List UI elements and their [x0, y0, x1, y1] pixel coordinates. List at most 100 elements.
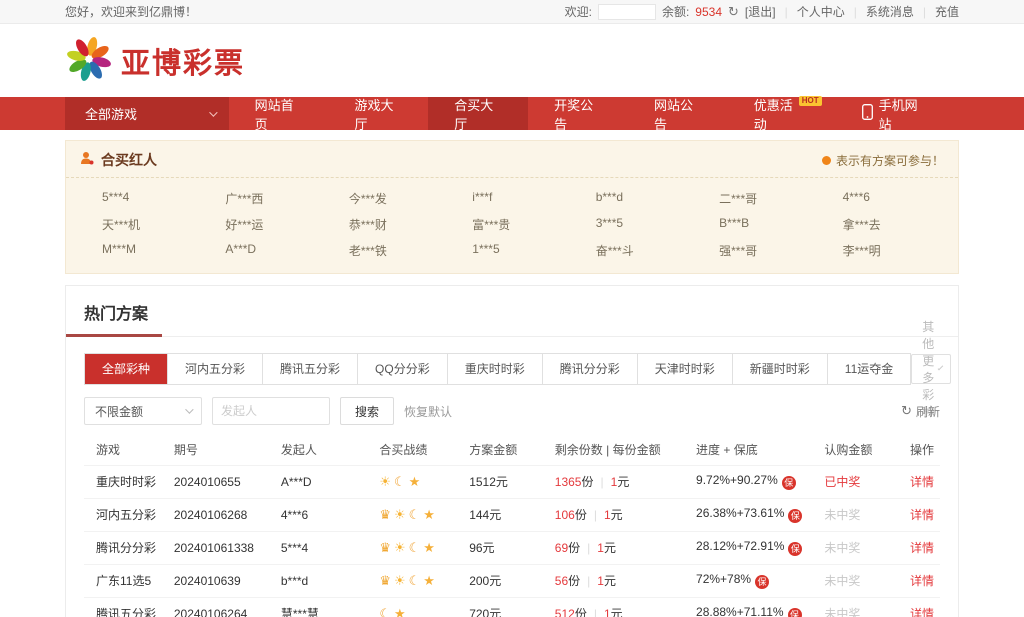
- nav-item-优惠活动[interactable]: 优惠活动 HOT: [728, 97, 828, 130]
- nav-item-游戏大厅[interactable]: 游戏大厅: [328, 97, 428, 130]
- tab-河内五分彩[interactable]: 河内五分彩: [167, 354, 262, 384]
- progress-text: 72%+78%: [696, 572, 751, 586]
- all-games-menu[interactable]: 全部游戏: [65, 97, 229, 130]
- cell-issue: 20240106268: [174, 498, 281, 531]
- shares-count: 69: [555, 541, 568, 555]
- cell-initiator: b***d: [281, 564, 379, 597]
- initiator-search-input[interactable]: [212, 397, 330, 425]
- cell-achievements: ♛☀☾★: [379, 531, 469, 564]
- table-row: 广东11选52024010639b***d♛☀☾★200元56份|1元72%+7…: [84, 564, 940, 597]
- guarantee-badge: 保: [782, 476, 796, 490]
- tab-11运夺金[interactable]: 11运夺金: [827, 354, 910, 384]
- topbar-link-deposit[interactable]: 充值: [935, 3, 959, 20]
- hot-user-link[interactable]: M***M: [80, 242, 203, 259]
- table-row: 河内五分彩202401062684***6♛☀☾★144元106份|1元26.3…: [84, 498, 940, 531]
- price-unit: 元: [617, 475, 629, 489]
- cell-status: 未中奖: [824, 564, 901, 597]
- nav-item-合买大厅[interactable]: 合买大厅: [428, 97, 528, 130]
- hot-user-link[interactable]: B***B: [697, 216, 820, 233]
- hot-user-link[interactable]: 李***明: [821, 242, 944, 259]
- hot-user-link[interactable]: 今***发: [327, 190, 450, 207]
- detail-link[interactable]: 详情: [910, 541, 934, 555]
- refresh-list-button[interactable]: ↻ 刷新: [901, 403, 940, 420]
- active-title-indicator: [66, 334, 162, 337]
- refresh-icon: ↻: [901, 403, 912, 419]
- welcome-input[interactable]: [598, 4, 656, 20]
- cell-achievements: ☀☾★: [379, 465, 469, 498]
- balance-value: 9534: [695, 5, 722, 19]
- detail-link[interactable]: 详情: [910, 508, 934, 522]
- hot-users-grid: 5***4广***西今***发i***fb***d二***哥4***6 天***机…: [66, 178, 958, 273]
- progress-text: 28.12%+72.91%: [696, 539, 784, 553]
- moon-icon: ☾: [409, 573, 421, 588]
- divider: |: [601, 475, 604, 489]
- hot-user-link[interactable]: 4***6: [821, 190, 944, 207]
- table-row: 腾讯分分彩2024010613385***4♛☀☾★96元69份|1元28.12…: [84, 531, 940, 564]
- nav-item-label: 合买大厅: [454, 95, 502, 133]
- refresh-balance-icon[interactable]: ↻: [728, 4, 739, 20]
- tab-天津时时彩[interactable]: 天津时时彩: [637, 354, 732, 384]
- cell-progress: 26.38%+73.61%保: [696, 498, 824, 531]
- hot-user-link[interactable]: 天***机: [80, 216, 203, 233]
- cell-action: 详情: [901, 531, 940, 564]
- star-icon: ★: [423, 507, 435, 522]
- hot-user-link[interactable]: 5***4: [80, 190, 203, 207]
- win-status: 已中奖: [824, 475, 860, 489]
- detail-link[interactable]: 详情: [910, 475, 934, 489]
- hot-user-link[interactable]: 二***哥: [697, 190, 820, 207]
- tab-QQ分分彩[interactable]: QQ分分彩: [357, 354, 447, 384]
- more-lotteries-select[interactable]: 其他更多彩种: [911, 354, 951, 384]
- detail-link[interactable]: 详情: [910, 607, 934, 617]
- chevron-down-icon: [938, 365, 944, 371]
- tab-新疆时时彩[interactable]: 新疆时时彩: [732, 354, 827, 384]
- topbar: 您好，欢迎来到亿鼎博！ 欢迎: 余额: 9534 ↻ [退出] | 个人中心 |…: [0, 0, 1024, 24]
- win-status: 未中奖: [824, 607, 860, 617]
- detail-link[interactable]: 详情: [910, 574, 934, 588]
- logout-link[interactable]: [退出]: [745, 3, 776, 20]
- star-icon: ★: [394, 606, 406, 617]
- price-unit: 元: [604, 541, 616, 555]
- cell-issue: 20240106264: [174, 597, 281, 617]
- hot-user-link[interactable]: 好***运: [203, 216, 326, 233]
- nav-item-开奖公告[interactable]: 开奖公告: [528, 97, 628, 130]
- tab-腾讯分分彩[interactable]: 腾讯分分彩: [542, 354, 637, 384]
- nav-item-网站首页[interactable]: 网站首页: [229, 97, 329, 130]
- cell-action: 详情: [901, 498, 940, 531]
- hot-user-link[interactable]: 恭***财: [327, 216, 450, 233]
- amount-select-label: 不限金额: [95, 403, 143, 420]
- search-button[interactable]: 搜索: [340, 397, 394, 425]
- hot-user-link[interactable]: 拿***去: [821, 216, 944, 233]
- divider: |: [594, 508, 597, 522]
- hot-user-link[interactable]: 3***5: [574, 216, 697, 233]
- table-row: 重庆时时彩2024010655A***D☀☾★1512元1365份|1元9.72…: [84, 465, 940, 498]
- nav-item-label: 游戏大厅: [354, 95, 402, 133]
- balance-label: 余额:: [662, 3, 689, 20]
- hot-user-link[interactable]: A***D: [203, 242, 326, 259]
- site-header: 亚博彩票: [0, 24, 1024, 97]
- nav-item-网站公告[interactable]: 网站公告: [628, 97, 728, 130]
- hot-user-link[interactable]: 老***铁: [327, 242, 450, 259]
- topbar-link-profile[interactable]: 个人中心: [797, 3, 845, 20]
- hot-user-link[interactable]: 1***5: [450, 242, 573, 259]
- amount-filter-select[interactable]: 不限金额: [84, 397, 202, 425]
- tab-全部彩种[interactable]: 全部彩种: [85, 354, 167, 384]
- hot-user-link[interactable]: 奋***斗: [574, 242, 697, 259]
- hot-user-link[interactable]: 广***西: [203, 190, 326, 207]
- hot-user-link[interactable]: 富***贵: [450, 216, 573, 233]
- plans-title-row: 热门方案: [66, 286, 958, 337]
- tab-重庆时时彩[interactable]: 重庆时时彩: [447, 354, 542, 384]
- nav-item-mobile[interactable]: 手机网站: [828, 97, 959, 130]
- hot-user-link[interactable]: b***d: [574, 190, 697, 207]
- hot-user-link[interactable]: i***f: [450, 190, 573, 207]
- reset-default-link[interactable]: 恢复默认: [404, 403, 452, 420]
- cell-game: 重庆时时彩: [84, 465, 174, 498]
- filter-row: 不限金额 搜索 恢复默认 ↻ 刷新: [84, 397, 940, 425]
- progress-text: 28.88%+71.11%: [696, 605, 784, 617]
- column-header: 剩余份数 | 每份金额: [555, 435, 696, 465]
- hot-user-link[interactable]: 强***哥: [697, 242, 820, 259]
- price-unit: 元: [611, 508, 623, 522]
- cell-initiator: A***D: [281, 465, 379, 498]
- topbar-link-messages[interactable]: 系统消息: [866, 3, 914, 20]
- nav-item-label: 开奖公告: [554, 95, 602, 133]
- tab-腾讯五分彩[interactable]: 腾讯五分彩: [262, 354, 357, 384]
